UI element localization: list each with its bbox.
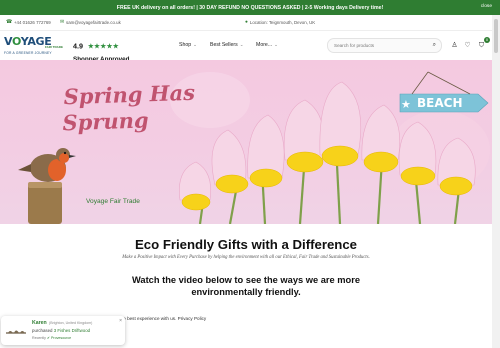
cart-count-badge: 0 (484, 37, 490, 43)
video-heading-line1: Watch the video below to see the ways we… (131, 275, 360, 285)
close-icon[interactable]: × (119, 318, 122, 324)
page-heading: Eco Friendly Gifts with a Difference (134, 237, 358, 252)
video-heading: Watch the video below to see the ways we… (0, 275, 492, 298)
site-header: VOYAGE FAIR TRADE FOR A GREENER JOURNEY … (0, 32, 500, 63)
mail-icon: ✉ (60, 20, 65, 25)
search-placeholder: Search for products (334, 43, 375, 48)
video-heading-line2: environmentally friendly. (191, 286, 301, 297)
nav-more[interactable]: More... ⌄ (256, 42, 278, 48)
hero-title-line2: Sprung (62, 107, 150, 136)
hero-title-line1: Spring Has (63, 79, 196, 110)
buyer-location: (Brighton, United Kingdom) (49, 321, 93, 325)
verified-check-icon: ✔ (46, 336, 50, 340)
contact-phone-text: +44 01626 772769 (13, 20, 51, 25)
announcement-bar: FREE UK delivery on all orders! | 30 DAY… (0, 0, 500, 15)
hero-title: Spring Has Sprung (62, 79, 196, 137)
contact-email-text: sam@voyagefairtrade.co.uk (66, 20, 121, 25)
announcement-text: FREE UK delivery on all orders! | 30 DAY… (116, 4, 384, 11)
purchase-meta: Recently ✔ Provesource (32, 336, 71, 340)
contact-phone[interactable]: ☎ +44 01626 772769 (6, 20, 51, 25)
contact-location-text: Location: Teignmouth, Devon, UK (249, 20, 316, 25)
search-icon[interactable]: ⌕ (433, 42, 436, 49)
logo-fair-trade: FAIR TRADE (45, 45, 63, 49)
hero-brand-text: Voyage Fair Trade (86, 198, 140, 205)
beach-sign-text: BEACH (417, 96, 463, 110)
site-logo[interactable]: VOYAGE FAIR TRADE FOR A GREENER JOURNEY (4, 35, 70, 57)
product-thumbnail (5, 321, 27, 339)
wishlist-icon[interactable]: ♡ (463, 41, 472, 50)
contact-bar: ☎ +44 01626 772769 ✉ sam@voyagefairtrade… (0, 15, 500, 31)
purchase-time: Recently (32, 336, 46, 340)
chevron-down-icon: ⌄ (193, 42, 197, 47)
svg-text:★: ★ (401, 98, 411, 111)
contact-location: ● Location: Teignmouth, Devon, UK (245, 20, 315, 25)
hero-banner[interactable]: ★ Spring Has Sprung BEACH Voyage Fair Tr… (0, 60, 492, 224)
account-icon[interactable]: ♙ (450, 41, 459, 50)
page-scrollbar[interactable] (492, 15, 500, 348)
star-rating-icon: ★★★★★ (87, 41, 119, 51)
purchase-action: purchased (32, 328, 53, 333)
location-pin-icon: ● (245, 20, 248, 25)
purchase-line: purchased 3 Fishes Driftwood (32, 328, 90, 333)
purchased-product[interactable]: 3 Fishes Driftwood (54, 328, 90, 333)
nav-best-sellers[interactable]: Best Sellers ⌄ (210, 42, 243, 48)
announcement-close-button[interactable]: close (481, 4, 492, 9)
contact-email[interactable]: ✉ sam@voyagefairtrade.co.uk (60, 20, 121, 25)
chevron-down-icon: ⌄ (274, 42, 278, 47)
phone-icon: ☎ (6, 20, 12, 25)
nav-shop[interactable]: Shop ⌄ (179, 42, 197, 48)
provesource-link[interactable]: Provesource (51, 336, 71, 340)
purchase-notification[interactable]: Karen (Brighton, United Kingdom) purchas… (1, 316, 125, 345)
nav-more-label: More... (256, 42, 273, 48)
search-input[interactable]: Search for products ⌕ (327, 38, 442, 53)
page-subheading: Make a Positive Impact with Every Purcha… (122, 255, 370, 260)
chevron-down-icon: ⌄ (239, 42, 244, 47)
scrollbar-thumb[interactable] (494, 19, 498, 53)
nav-shop-label: Shop (179, 42, 192, 48)
logo-tagline: FOR A GREENER JOURNEY (4, 51, 52, 55)
buyer-name: Karen (32, 320, 47, 326)
cart-icon[interactable]: ⛉ 0 (477, 37, 490, 50)
rating-score: 4.9 (73, 41, 83, 51)
nav-best-sellers-label: Best Sellers (210, 42, 238, 48)
